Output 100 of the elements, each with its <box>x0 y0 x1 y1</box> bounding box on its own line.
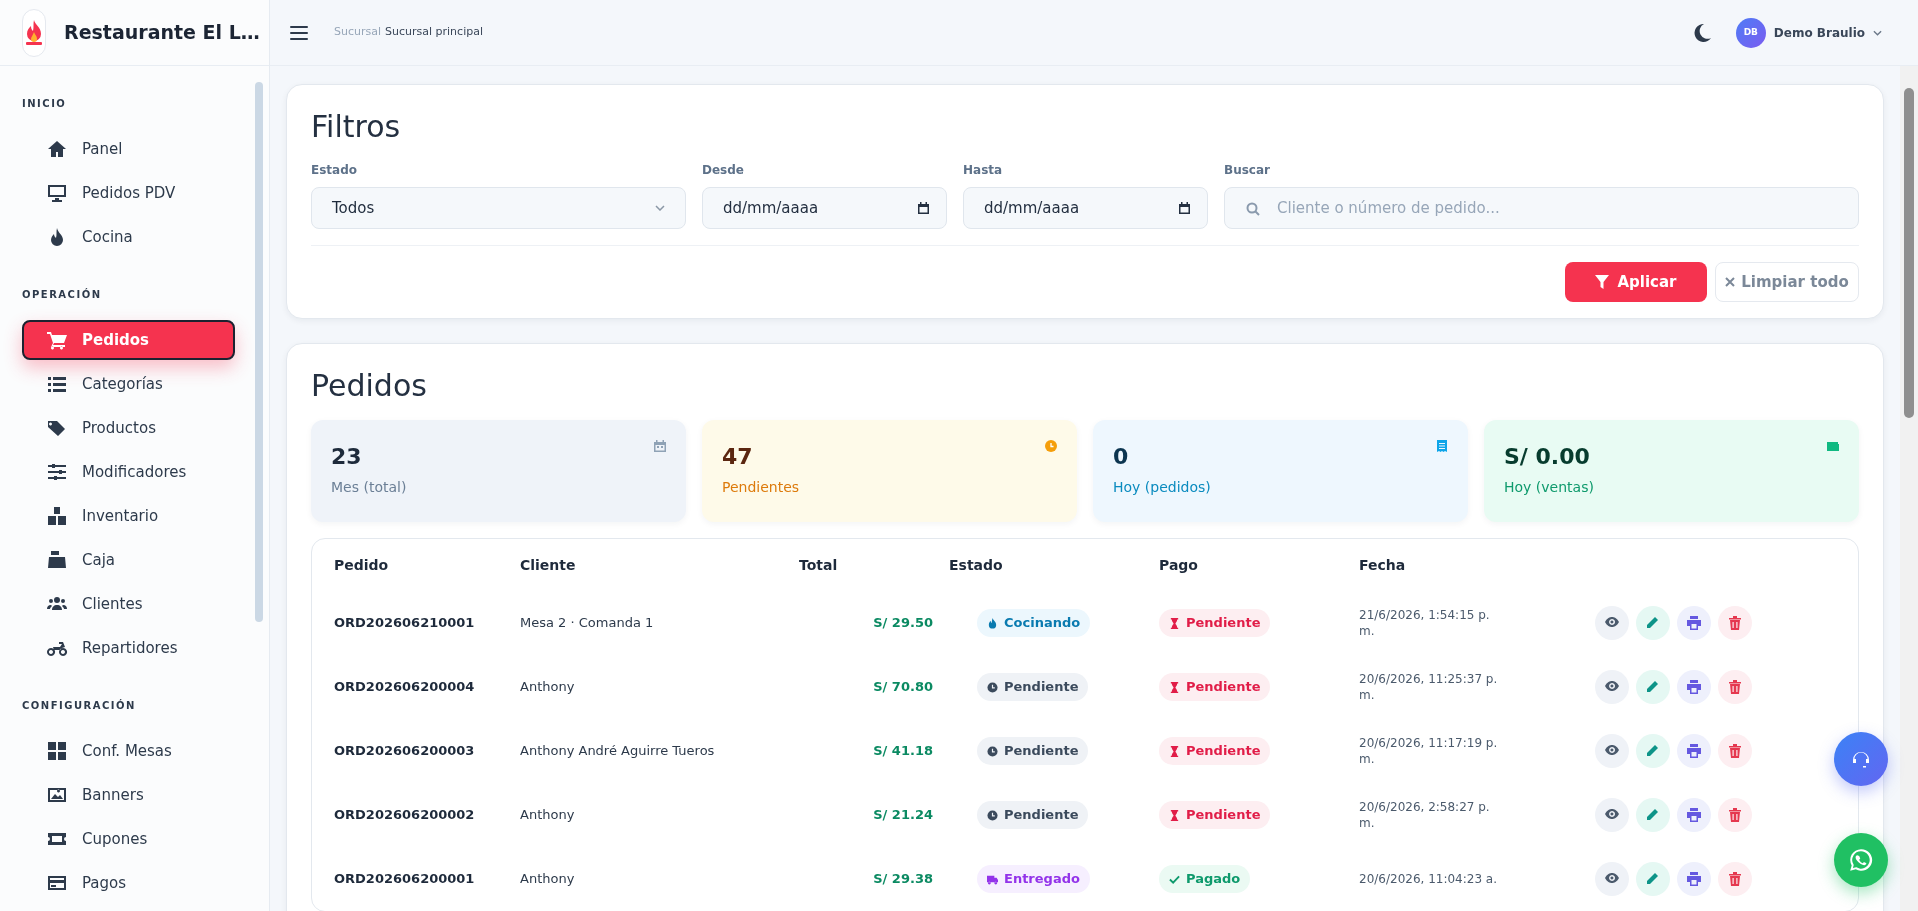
printer-icon <box>1687 872 1701 886</box>
order-total: S/ 70.80 <box>872 678 934 697</box>
menu-icon[interactable] <box>290 24 310 41</box>
column-header: Pedido <box>334 539 520 591</box>
avatar[interactable]: DB <box>1735 17 1766 48</box>
order-total: S/ 41.18 <box>872 742 934 761</box>
stat-value: 23 <box>331 443 362 471</box>
sidebar-item[interactable]: Inventario <box>22 496 235 536</box>
sidebar-item[interactable]: Banners <box>22 775 235 815</box>
stat-label: Mes (total) <box>331 478 408 497</box>
status-badge: Pendiente <box>1159 609 1271 637</box>
eye-icon <box>1605 680 1619 694</box>
clock-icon <box>1045 440 1057 452</box>
close-icon <box>1725 277 1736 287</box>
delete-button[interactable] <box>1718 798 1752 832</box>
delete-button[interactable] <box>1718 734 1752 768</box>
edit-button[interactable] <box>1636 734 1670 768</box>
sidebar-item[interactable]: Modificadores <box>22 452 235 492</box>
calendar-icon <box>1179 202 1190 214</box>
list-icon <box>46 374 68 394</box>
order-total: S/ 21.24 <box>872 806 934 825</box>
sidebar-item[interactable]: Clientes <box>22 584 235 624</box>
monitor-icon <box>46 183 68 203</box>
delete-button[interactable] <box>1718 862 1752 896</box>
sidebar-item[interactable]: Categorías <box>22 364 235 404</box>
user-name[interactable]: Demo Braulio <box>1773 23 1865 42</box>
brand-title: Restaurante El L… <box>64 20 260 46</box>
hourglass-icon <box>1169 681 1180 693</box>
pencil-icon <box>1646 616 1660 630</box>
sidebar-item[interactable]: Pedidos PDV <box>22 173 235 213</box>
credit-card-icon <box>46 873 68 893</box>
print-button[interactable] <box>1677 670 1711 704</box>
view-button[interactable] <box>1595 734 1629 768</box>
print-button[interactable] <box>1677 862 1711 896</box>
column-header: Total <box>799 555 839 575</box>
customer-name: Mesa 2 · Comanda 1 <box>520 614 655 633</box>
edit-button[interactable] <box>1636 862 1670 896</box>
delete-button[interactable] <box>1718 670 1752 704</box>
status-badge: Pendiente <box>977 737 1089 765</box>
scrollbar-thumb[interactable] <box>255 82 263 622</box>
sidebar-item[interactable]: Caja <box>22 540 235 580</box>
sidebar-item[interactable]: Panel <box>22 129 235 169</box>
section-heading: OPERACIÓN <box>22 287 103 302</box>
printer-icon <box>1687 744 1701 758</box>
status-badge: Pendiente <box>1159 801 1271 829</box>
boxes-icon <box>46 506 68 526</box>
pencil-icon <box>1646 744 1660 758</box>
view-button[interactable] <box>1595 670 1629 704</box>
customer-name: Anthony André Aguirre Tueros <box>520 742 716 761</box>
status-select[interactable]: Todos <box>311 187 686 229</box>
print-button[interactable] <box>1677 606 1711 640</box>
date-to-field[interactable]: dd/mm/aaaa <box>963 187 1208 229</box>
sliders-icon <box>46 462 68 482</box>
trash-icon <box>1728 744 1742 758</box>
edit-button[interactable] <box>1636 670 1670 704</box>
edit-button[interactable] <box>1636 606 1670 640</box>
sidebar-item[interactable]: Repartidores <box>22 628 235 668</box>
card-title: Pedidos <box>311 368 428 404</box>
scrollbar-thumb[interactable] <box>1904 88 1914 418</box>
view-button[interactable] <box>1595 798 1629 832</box>
view-button[interactable] <box>1595 862 1629 896</box>
print-button[interactable] <box>1677 734 1711 768</box>
section-heading: CONFIGURACIÓN <box>22 698 137 713</box>
sidebar-item[interactable]: Conf. Mesas <box>22 731 235 771</box>
field-label: Estado <box>311 162 358 179</box>
print-button[interactable] <box>1677 798 1711 832</box>
image-icon <box>46 785 68 805</box>
edit-button[interactable] <box>1636 798 1670 832</box>
date-from-field[interactable]: dd/mm/aaaa <box>702 187 947 229</box>
check-icon <box>1169 873 1180 885</box>
filter-icon <box>1595 275 1610 289</box>
cart-icon <box>46 330 68 350</box>
hourglass-icon <box>1169 809 1180 821</box>
clock-icon <box>987 745 998 757</box>
clock-icon <box>987 809 998 821</box>
section-heading: INICIO <box>22 97 68 111</box>
sidebar-item[interactable]: Productos <box>22 408 235 448</box>
sidebar-item[interactable]: Pedidos <box>22 320 235 360</box>
clear-button[interactable]: Limpiar todo <box>1715 262 1859 302</box>
order-id: ORD202606200004 <box>334 655 520 719</box>
delete-button[interactable] <box>1718 606 1752 640</box>
eye-icon <box>1605 616 1619 630</box>
apply-button[interactable]: Aplicar <box>1565 262 1707 302</box>
search-field[interactable]: Cliente o número de pedido... <box>1224 187 1859 229</box>
order-date: 20/6/2026, 11:04:23 a. <box>1359 870 1499 888</box>
sidebar-item[interactable]: Cupones <box>22 819 235 859</box>
order-date: 20/6/2026, 11:17:19 p. m. <box>1359 734 1499 768</box>
status-badge: Pendiente <box>1159 737 1271 765</box>
search-icon <box>1246 202 1260 216</box>
branch-label: Sucursal <box>334 24 382 41</box>
trash-icon <box>1728 680 1742 694</box>
view-button[interactable] <box>1595 606 1629 640</box>
printer-icon <box>1687 616 1701 630</box>
order-total: S/ 29.38 <box>872 870 934 889</box>
column-header: Cliente <box>520 539 799 591</box>
sidebar-item[interactable]: Pagos <box>22 863 235 903</box>
sidebar-item[interactable]: Cocina <box>22 217 235 257</box>
stat-value: 0 <box>1113 443 1129 471</box>
order-id: ORD202606200002 <box>334 783 520 847</box>
printer-icon <box>1687 808 1701 822</box>
